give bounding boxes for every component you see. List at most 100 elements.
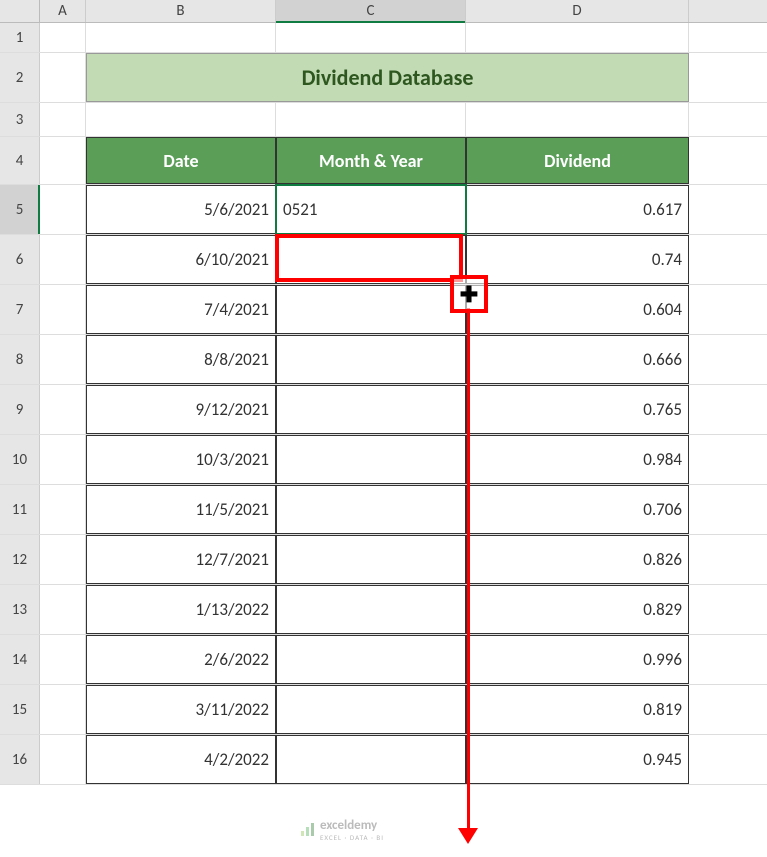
cell-b3[interactable] (86, 103, 276, 136)
cell-c11[interactable] (276, 485, 466, 534)
row-header-13[interactable]: 13 (0, 585, 40, 634)
cell-b13[interactable]: 1/13/2022 (86, 585, 276, 634)
row-header-11[interactable]: 11 (0, 485, 40, 534)
row-6: 6 6/10/2021 0.74 (0, 235, 767, 285)
cell-a6[interactable] (40, 235, 86, 284)
row-header-2[interactable]: 2 (0, 53, 40, 102)
row-header-16[interactable]: 16 (0, 735, 40, 784)
watermark: exceldemy EXCEL · DATA · BI (300, 818, 384, 842)
cell-a10[interactable] (40, 435, 86, 484)
cell-a5[interactable] (40, 185, 86, 234)
title-cell[interactable]: Dividend Database (86, 53, 689, 102)
column-header-b[interactable]: B (86, 0, 276, 22)
row-15: 15 3/11/2022 0.819 (0, 685, 767, 735)
watermark-text: exceldemy (320, 818, 384, 833)
cell-b1[interactable] (86, 23, 276, 52)
cell-c7[interactable] (276, 285, 466, 334)
cell-b9[interactable]: 9/12/2021 (86, 385, 276, 434)
cell-b7[interactable]: 7/4/2021 (86, 285, 276, 334)
cell-a13[interactable] (40, 585, 86, 634)
cell-d3[interactable] (466, 103, 689, 136)
row-header-14[interactable]: 14 (0, 635, 40, 684)
cell-d11[interactable]: 0.706 (466, 485, 689, 534)
cell-d5[interactable]: 0.617 (466, 185, 689, 234)
cell-b10[interactable]: 10/3/2021 (86, 435, 276, 484)
column-header-d[interactable]: D (466, 0, 689, 22)
cell-d7[interactable]: 0.604 (466, 285, 689, 334)
column-header-row: A B C D (0, 0, 767, 23)
cell-a4[interactable] (40, 137, 86, 184)
row-10: 10 10/3/2021 0.984 (0, 435, 767, 485)
cell-d1[interactable] (466, 23, 689, 52)
cell-a1[interactable] (40, 23, 86, 52)
cell-b11[interactable]: 11/5/2021 (86, 485, 276, 534)
row-header-3[interactable]: 3 (0, 103, 40, 136)
row-8: 8 8/8/2021 0.666 (0, 335, 767, 385)
column-header-c[interactable]: C (276, 0, 466, 22)
row-14: 14 2/6/2022 0.996 (0, 635, 767, 685)
row-header-12[interactable]: 12 (0, 535, 40, 584)
row-header-15[interactable]: 15 (0, 685, 40, 734)
cell-d15[interactable]: 0.819 (466, 685, 689, 734)
select-all-corner[interactable] (0, 0, 40, 22)
cell-a2[interactable] (40, 53, 86, 102)
cell-c14[interactable] (276, 635, 466, 684)
cell-b15[interactable]: 3/11/2022 (86, 685, 276, 734)
watermark-sub: EXCEL · DATA · BI (320, 833, 384, 842)
row-header-9[interactable]: 9 (0, 385, 40, 434)
cell-c15[interactable] (276, 685, 466, 734)
cell-c10[interactable] (276, 435, 466, 484)
cell-b8[interactable]: 8/8/2021 (86, 335, 276, 384)
row-header-6[interactable]: 6 (0, 235, 40, 284)
cell-d12[interactable]: 0.826 (466, 535, 689, 584)
row-12: 12 12/7/2021 0.826 (0, 535, 767, 585)
cell-c16[interactable] (276, 735, 466, 784)
cell-a11[interactable] (40, 485, 86, 534)
cell-a12[interactable] (40, 535, 86, 584)
cell-c6[interactable] (276, 235, 466, 284)
cell-d6[interactable]: 0.74 (466, 235, 689, 284)
header-dividend[interactable]: Dividend (466, 137, 689, 184)
cell-b6[interactable]: 6/10/2021 (86, 235, 276, 284)
cell-b14[interactable]: 2/6/2022 (86, 635, 276, 684)
cell-c13[interactable] (276, 585, 466, 634)
spreadsheet-grid: A B C D 1 2 Dividend Database 3 4 Date M… (0, 0, 767, 785)
cell-d8[interactable]: 0.666 (466, 335, 689, 384)
header-date[interactable]: Date (86, 137, 276, 184)
column-header-a[interactable]: A (40, 0, 86, 22)
cell-c9[interactable] (276, 385, 466, 434)
cell-a14[interactable] (40, 635, 86, 684)
row-header-5[interactable]: 5 (0, 185, 40, 234)
header-monthyear[interactable]: Month & Year (276, 137, 466, 184)
annotation-arrow-head (458, 828, 478, 844)
cell-a15[interactable] (40, 685, 86, 734)
cell-c3[interactable] (276, 103, 466, 136)
cell-c8[interactable] (276, 335, 466, 384)
cell-c5[interactable]: 0521 (276, 185, 466, 234)
row-1: 1 (0, 23, 767, 53)
row-header-4[interactable]: 4 (0, 137, 40, 184)
chart-icon (300, 822, 316, 838)
cell-d14[interactable]: 0.996 (466, 635, 689, 684)
cell-a9[interactable] (40, 385, 86, 434)
cell-a3[interactable] (40, 103, 86, 136)
cell-c12[interactable] (276, 535, 466, 584)
cell-b16[interactable]: 4/2/2022 (86, 735, 276, 784)
cell-a7[interactable] (40, 285, 86, 334)
row-11: 11 11/5/2021 0.706 (0, 485, 767, 535)
cell-c1[interactable] (276, 23, 466, 52)
cell-b12[interactable]: 12/7/2021 (86, 535, 276, 584)
cell-b5[interactable]: 5/6/2021 (86, 185, 276, 234)
cell-d16[interactable]: 0.945 (466, 735, 689, 784)
row-header-10[interactable]: 10 (0, 435, 40, 484)
row-9: 9 9/12/2021 0.765 (0, 385, 767, 435)
row-4: 4 Date Month & Year Dividend (0, 137, 767, 185)
row-header-1[interactable]: 1 (0, 23, 40, 52)
cell-a8[interactable] (40, 335, 86, 384)
cell-d13[interactable]: 0.829 (466, 585, 689, 634)
row-header-7[interactable]: 7 (0, 285, 40, 334)
cell-d9[interactable]: 0.765 (466, 385, 689, 434)
row-header-8[interactable]: 8 (0, 335, 40, 384)
cell-d10[interactable]: 0.984 (466, 435, 689, 484)
cell-a16[interactable] (40, 735, 86, 784)
